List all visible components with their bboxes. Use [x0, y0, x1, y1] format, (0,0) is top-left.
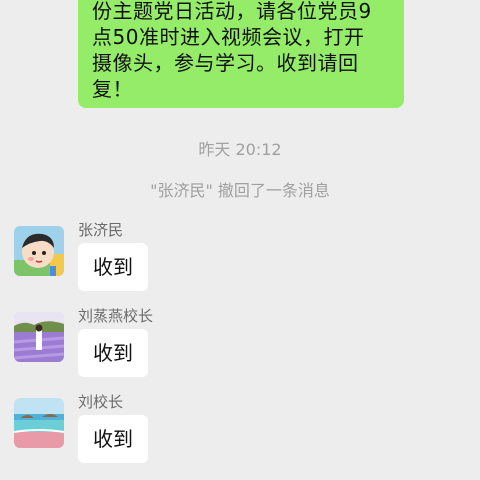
message-line: 点50准时进入视频会议，打开 — [92, 25, 365, 49]
message-line: 复！ — [92, 77, 133, 101]
avatar[interactable] — [14, 398, 64, 448]
chat-message: 张济民 收到 — [0, 221, 480, 306]
message-timestamp: 昨天 20:12 — [198, 140, 282, 159]
beach-avatar-icon — [14, 398, 64, 448]
incoming-message-bubble[interactable]: 收到 — [78, 329, 148, 377]
message-line: 份主题党日活动，请各位党员9 — [92, 0, 372, 23]
lavender-field-avatar-icon — [14, 312, 64, 362]
sender-name: 刘蒸燕校长 — [78, 307, 154, 325]
chat-message: 刘校长 收到 — [0, 393, 480, 478]
cartoon-boy-avatar-icon — [14, 226, 64, 276]
avatar[interactable] — [14, 226, 64, 276]
message-line: 摄像头，参与学习。收到请回 — [92, 51, 359, 75]
incoming-message-bubble[interactable]: 收到 — [78, 243, 148, 291]
outgoing-message-bubble[interactable]: 份主题党日活动，请各位党员9 点50准时进入视频会议，打开 摄像头，参与学习。收… — [78, 0, 404, 108]
sender-name: 刘校长 — [78, 393, 124, 411]
sender-name: 张济民 — [78, 221, 124, 239]
chat-window: 份主题党日活动，请各位党员9 点50准时进入视频会议，打开 摄像头，参与学习。收… — [0, 0, 480, 480]
recall-notice: "张济民" 撤回了一条消息 — [150, 181, 330, 200]
avatar[interactable] — [14, 312, 64, 362]
incoming-message-bubble[interactable]: 收到 — [78, 415, 148, 463]
chat-message: 刘蒸燕校长 收到 — [0, 307, 480, 392]
